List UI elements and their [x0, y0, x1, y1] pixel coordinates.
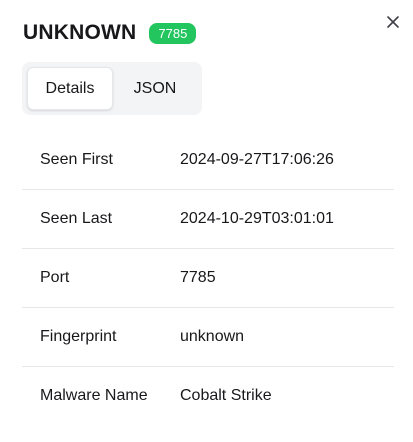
- row-key: Malware Name: [40, 387, 148, 404]
- tab-bar: Details JSON: [22, 62, 202, 115]
- table-row: Seen First 2024-09-27T17:06:26: [22, 131, 394, 190]
- details-panel: UNKNOWN 7785 Details JSON Seen First 202…: [0, 0, 413, 442]
- row-value: 2024-09-27T17:06:26: [180, 151, 334, 168]
- details-table: Seen First 2024-09-27T17:06:26 Seen Last…: [22, 131, 394, 425]
- panel-header: UNKNOWN 7785: [23, 20, 197, 46]
- close-icon[interactable]: [386, 15, 400, 29]
- row-value: 2024-10-29T03:01:01: [180, 210, 334, 227]
- row-key: Port: [40, 269, 70, 286]
- row-key: Seen First: [40, 151, 113, 168]
- table-row: Malware Name Cobalt Strike: [22, 367, 394, 425]
- table-row: Seen Last 2024-10-29T03:01:01: [22, 190, 394, 249]
- table-row: Port 7785: [22, 249, 394, 308]
- tab-json[interactable]: JSON: [113, 67, 197, 110]
- row-key: Seen Last: [40, 210, 113, 227]
- row-value: unknown: [180, 328, 245, 345]
- table-row: Fingerprint unknown: [22, 308, 394, 367]
- tab-details[interactable]: Details: [27, 67, 113, 110]
- row-key: Fingerprint: [40, 328, 117, 345]
- row-value: Cobalt Strike: [180, 387, 272, 404]
- port-badge: 7785: [149, 22, 197, 44]
- row-value: 7785: [180, 269, 216, 286]
- page-title: UNKNOWN: [23, 21, 137, 44]
